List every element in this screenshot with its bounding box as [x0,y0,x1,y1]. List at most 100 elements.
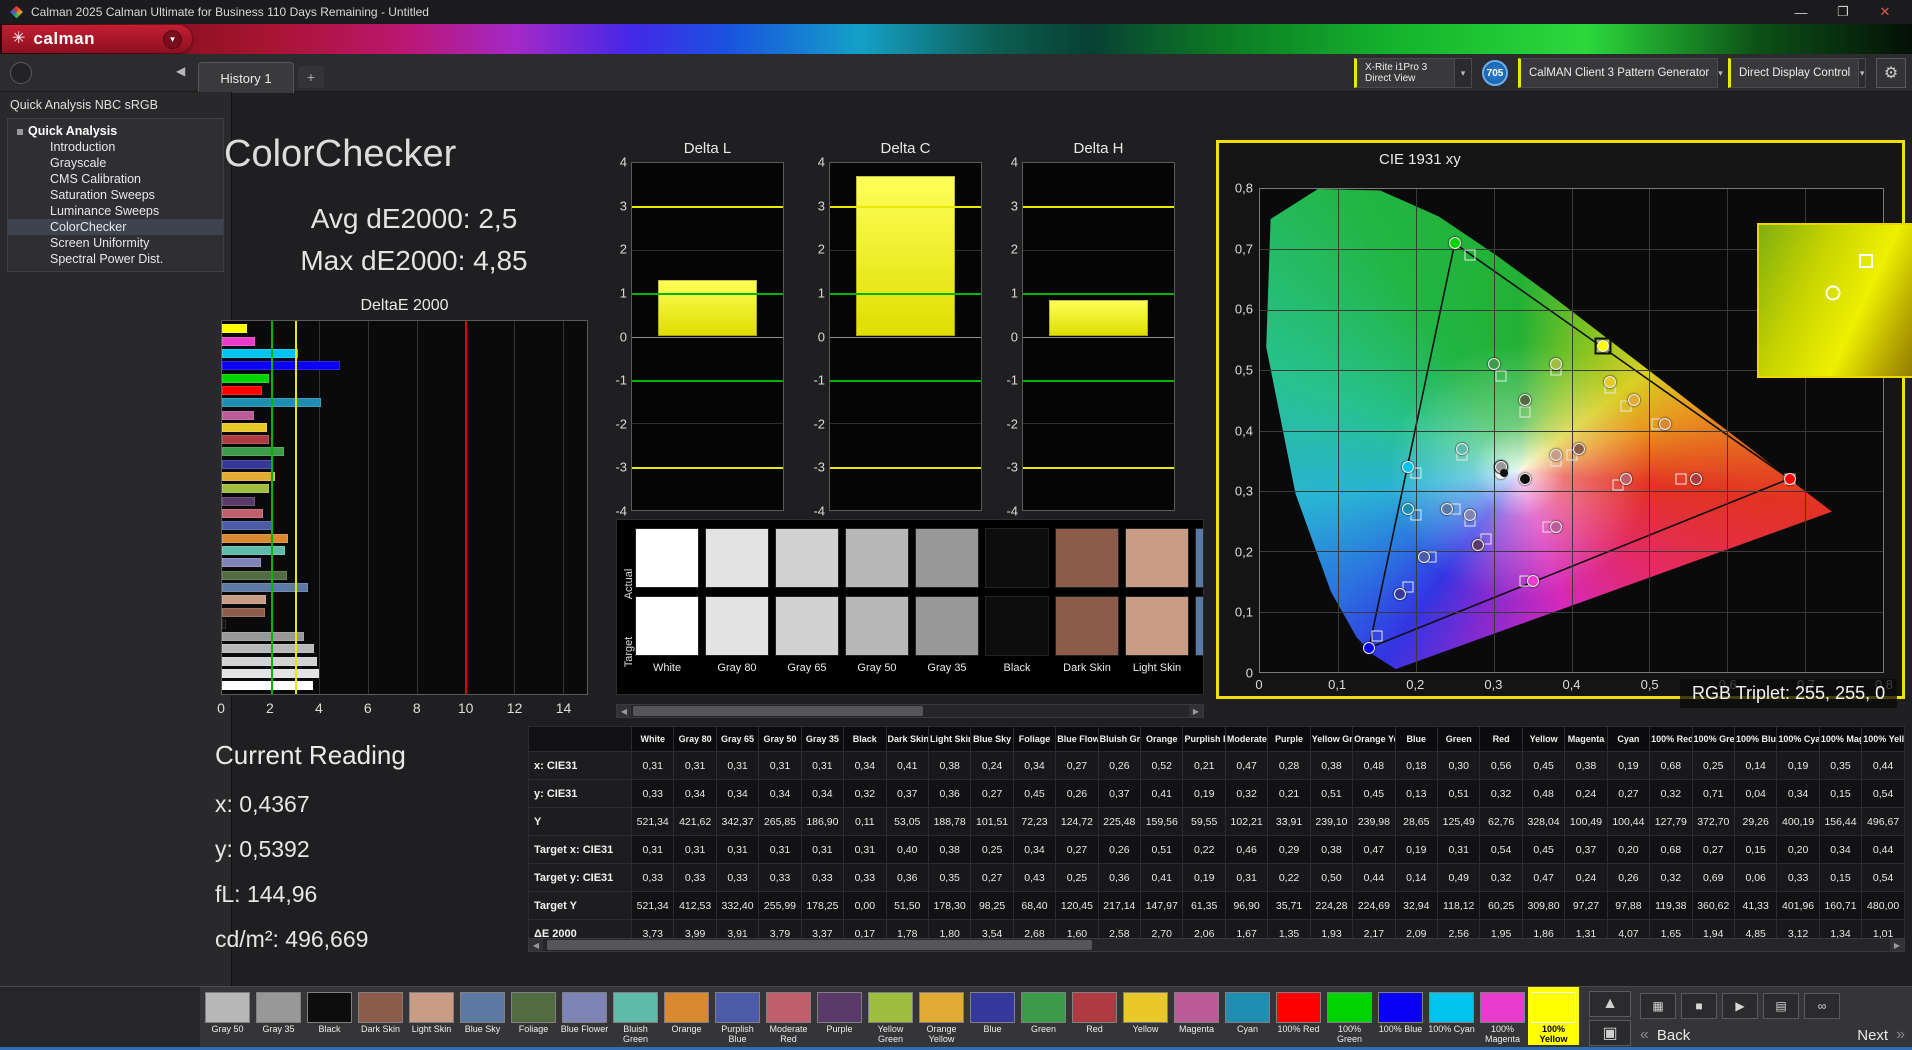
column-header: Yellow [1521,726,1566,752]
tree-root-quick-analysis[interactable]: Quick Analysis [8,123,223,139]
patch-button[interactable]: Magenta [1171,987,1222,1045]
column-header: Cyan [1606,726,1651,752]
cie-1931-panel: CIE 1931 xy 0 0,1 0,2 0,3 0,4 0,5 0,6 0,7 0,8 00… [1216,140,1912,708]
table-cell: 0,25 [970,835,1014,864]
patch-swatch [409,992,454,1023]
stop-button[interactable]: ■ [1681,993,1717,1019]
patch-button[interactable]: Moderate Red [763,987,814,1045]
patch-button[interactable]: 100% Blue [1375,987,1426,1045]
column-header: Purple [1267,726,1311,752]
patch-button[interactable]: Yellow Green [865,987,916,1045]
table-cell: 68,40 [1012,891,1057,920]
sidebar-item-grayscale[interactable]: Grayscale [8,155,223,171]
eject-button[interactable]: ▲ [1589,991,1631,1017]
patch-button[interactable]: Foliage [508,987,559,1045]
patch-button[interactable]: Yellow [1120,987,1171,1045]
patch-button[interactable]: Gray 35 [253,987,304,1045]
tab-history-1[interactable]: History 1 [198,62,294,93]
patch-button[interactable]: Purple [814,987,865,1045]
delta-zero-line [1023,336,1174,338]
deltae-bar-row [222,422,587,432]
pattern-window-button[interactable]: ▣ [1589,1020,1631,1046]
swatch-label: Black [1003,662,1031,674]
patch-label: Foliage [518,1025,549,1034]
patch-button[interactable]: Cyan [1222,987,1273,1045]
cie-measured-marker [1549,521,1562,534]
patch-button[interactable]: Blue Flower [559,987,610,1045]
sidebar-item-saturation-sweeps[interactable]: Saturation Sweeps [8,187,223,203]
table-cell: 0,19 [1606,751,1651,780]
table-scrollbar[interactable]: ◀ ▶ [528,938,1905,952]
sidebar-item-introduction[interactable]: Introduction [8,139,223,155]
sidebar-item-spectral-power-dist-[interactable]: Spectral Power Dist. [8,251,223,267]
scrollbar-thumb[interactable] [547,940,1092,950]
column-header: Blue Sky [970,726,1014,752]
back-button[interactable]: Back [1649,1027,1698,1044]
patch-button[interactable]: 100% Magenta [1477,987,1528,1045]
save-button[interactable]: ▤ [1763,993,1799,1019]
next-button[interactable]: Next [1849,1027,1896,1044]
scrollbar-thumb[interactable] [633,706,923,716]
deltae-bar [222,484,269,494]
table-cell: 0,33 [843,863,887,892]
table-cell: 400,19 [1776,807,1820,836]
scroll-left-icon[interactable]: ◀ [529,939,543,951]
deltae-bar-row [222,459,587,469]
table-cell: 0,56 [1479,751,1523,780]
loop-button[interactable]: ∞ [1804,993,1840,1019]
deltae-bar-row [222,632,587,642]
play-button[interactable]: ▶ [1722,993,1758,1019]
target-swatch [775,596,839,656]
deltae-bar [222,324,247,334]
sidebar-item-luminance-sweeps[interactable]: Luminance Sweeps [8,203,223,219]
swatch-scrollbar[interactable]: ◀ ▶ [616,704,1204,718]
patch-button[interactable]: Black [304,987,355,1045]
sidebar-collapse-button[interactable]: ◀ [176,64,185,78]
patch-label: Dark Skin [360,1025,400,1034]
meter-status-badge[interactable]: 705 [1482,60,1508,86]
patch-button[interactable]: Green [1018,987,1069,1045]
meter-dropdown[interactable]: X-Rite i1Pro 3 Direct View ▾ [1354,58,1472,88]
deltae-bar-row [222,595,587,605]
minimize-button[interactable]: — [1784,5,1818,20]
logo-menu-button[interactable]: ▾ [163,29,182,49]
settings-button[interactable]: ⚙ [1876,58,1906,88]
delta-tick-label: -1 [615,372,627,388]
patch-button[interactable]: Dark Skin [355,987,406,1045]
yellow-reference-line [1023,206,1174,209]
sidebar-item-colorchecker[interactable]: ColorChecker [8,219,223,235]
pattern-generator-dropdown[interactable]: CalMAN Client 3 Pattern Generator ▾ [1518,58,1723,88]
session-options-button[interactable] [10,62,32,84]
patch-button[interactable]: Blue [967,987,1018,1045]
calman-logo-button[interactable]: ✳ calman ▾ [2,25,192,53]
row-label: Target Y [528,891,632,920]
patch-button[interactable]: 100% Cyan [1426,987,1477,1045]
patch-button[interactable]: Orange [661,987,712,1045]
scroll-right-icon[interactable]: ▶ [1189,705,1203,717]
sidebar-item-cms-calibration[interactable]: CMS Calibration [8,171,223,187]
patch-button[interactable]: 100% Red [1273,987,1324,1045]
table-cell: 0,33 [630,779,675,808]
sidebar-item-screen-uniformity[interactable]: Screen Uniformity [8,235,223,251]
patch-button[interactable]: Bluish Green [610,987,661,1045]
close-button[interactable]: ✕ [1868,4,1902,20]
patch-button[interactable]: 100% Yellow [1528,987,1579,1045]
scroll-right-icon[interactable]: ▶ [1890,939,1904,951]
grid-button[interactable]: ▦ [1640,993,1676,1019]
table-cell: 0,31 [843,835,887,864]
patch-button[interactable]: Gray 50 [202,987,253,1045]
patch-button[interactable]: Red [1069,987,1120,1045]
deltae-bar [222,447,285,457]
table-cell: 0,31 [715,751,760,780]
patch-button[interactable]: Orange Yellow [916,987,967,1045]
maximize-button[interactable]: ❐ [1826,4,1860,20]
scroll-left-icon[interactable]: ◀ [617,705,631,717]
patch-button[interactable]: Light Skin [406,987,457,1045]
patch-button[interactable]: Purplish Blue [712,987,763,1045]
add-tab-button[interactable]: + [298,66,324,88]
patch-button[interactable]: Blue Sky [457,987,508,1045]
patch-button[interactable]: 100% Green [1324,987,1375,1045]
table-cell: 0,32 [1649,779,1693,808]
display-control-dropdown[interactable]: Direct Display Control ▾ [1728,58,1866,88]
patch-label: Yellow [1132,1025,1159,1034]
